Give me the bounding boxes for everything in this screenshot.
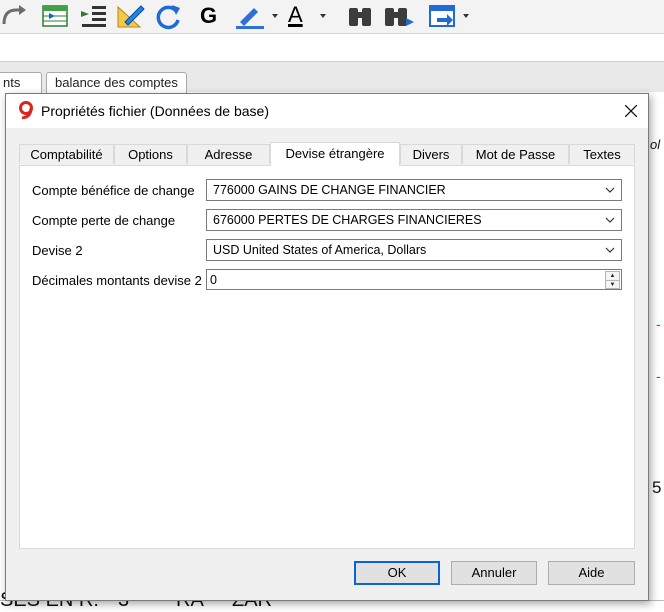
decimals-stepper[interactable]: 0 ▲ ▼ [206,269,622,290]
sheet-tab[interactable]: nts [0,72,42,93]
file-properties-dialog: Propriétés fichier (Données de base) Com… [5,93,649,601]
close-button[interactable] [614,94,648,128]
loss-account-select[interactable]: 676000 PERTES DE CHARGES FINANCIERES [206,209,622,231]
gain-account-value: 776000 GAINS DE CHANGE FINANCIER [213,183,446,197]
cell-text: 5 [652,478,662,497]
stepper-buttons[interactable]: ▲ ▼ [605,271,620,289]
dialog-titlebar[interactable]: Propriétés fichier (Données de base) [6,94,648,128]
tab-devise-etrangere[interactable]: Devise étrangère [270,142,400,166]
binoculars-replace-icon[interactable] [382,2,416,30]
binoculars-icon[interactable] [345,2,377,30]
chevron-down-icon [605,247,615,253]
formula-bar[interactable] [0,34,664,62]
dialog-title: Propriétés fichier (Données de base) [41,103,270,119]
app-logo-icon [19,101,33,119]
tab-textes[interactable]: Textes [569,144,635,164]
tab-comptabilite[interactable]: Comptabilité [19,144,114,164]
gain-account-label: Compte bénéfice de change [32,183,195,198]
cell-mark: - [656,316,661,332]
currency-value: USD United States of America, Dollars [213,243,427,257]
currency-select[interactable]: USD United States of America, Dollars [206,239,622,261]
decimals-value: 0 [210,273,217,287]
cancel-button[interactable]: Annuler [451,561,537,585]
tab-adresse[interactable]: Adresse [187,144,270,164]
help-button[interactable]: Aide [548,561,635,585]
ok-button[interactable]: OK [354,561,440,585]
chevron-down-icon [605,217,615,223]
close-icon [625,105,637,117]
sheet-tab-strip: nts balance des comptes [0,62,664,93]
stepper-up-icon[interactable]: ▲ [606,272,619,281]
stepper-down-icon[interactable]: ▼ [606,281,619,289]
gain-account-select[interactable]: 776000 GAINS DE CHANGE FINANCIER [206,179,622,201]
toolbar: G A [0,0,664,34]
tab-panel: Compte bénéfice de change 776000 GAINS D… [19,165,635,549]
chevron-down-icon[interactable] [318,2,332,30]
indent-icon[interactable] [78,2,110,30]
tab-mot-de-passe[interactable]: Mot de Passe [462,144,569,164]
chevron-down-icon [605,187,615,193]
redo-icon[interactable] [0,2,30,30]
currency-label: Devise 2 [32,243,83,258]
decimals-label: Décimales montants devise 2 [32,273,202,288]
bold-icon[interactable]: G [200,3,217,31]
cell-mark: - [656,368,661,384]
cell-text: ol [650,137,661,152]
tab-divers[interactable]: Divers [400,144,462,164]
edit-pencil-icon[interactable] [115,2,147,30]
highlight-icon[interactable] [234,2,284,30]
sheet-tab-balance[interactable]: balance des comptes [46,72,187,93]
loss-account-label: Compte perte de change [32,213,176,228]
refresh-icon[interactable] [152,2,184,30]
tab-strip: Comptabilité Options Adresse Devise étra… [19,142,639,166]
loss-account-value: 676000 PERTES DE CHARGES FINANCIERES [213,213,482,227]
font-color-icon[interactable]: A [288,2,303,30]
export-icon[interactable] [427,2,473,30]
insert-row-icon[interactable] [40,2,72,30]
tab-options[interactable]: Options [114,144,187,164]
